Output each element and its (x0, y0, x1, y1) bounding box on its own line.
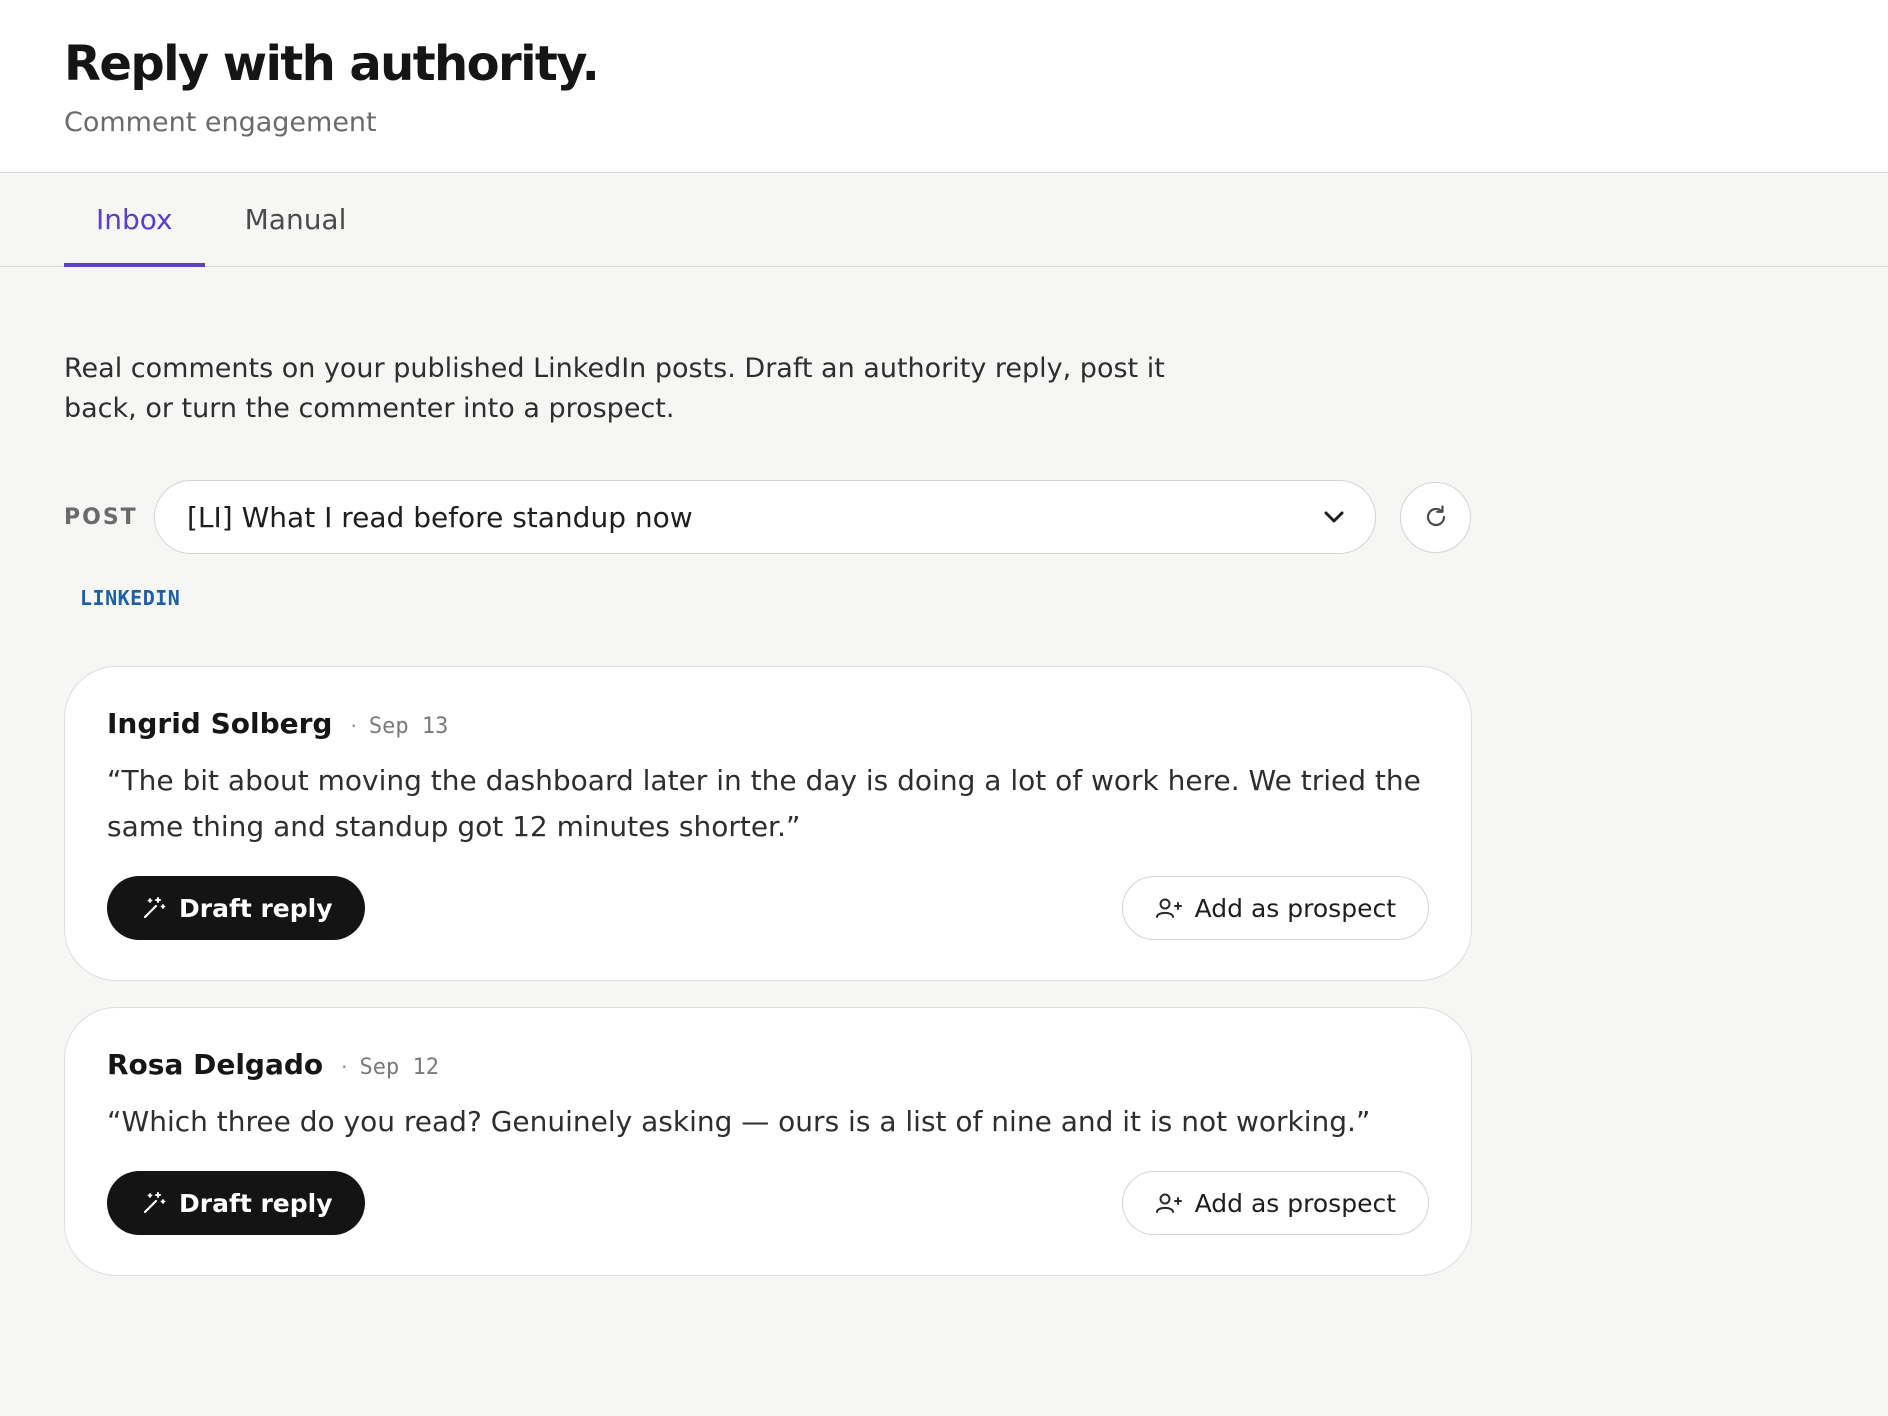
comment-actions: Draft reply Add as prospect (107, 876, 1429, 940)
draft-reply-button[interactable]: Draft reply (107, 876, 365, 940)
tab-bar: Inbox Manual (0, 173, 1888, 267)
platform-tag: LINKEDIN (80, 586, 181, 610)
post-select[interactable]: [LI] What I read before standup now (154, 480, 1376, 554)
add-prospect-button[interactable]: Add as prospect (1121, 1171, 1429, 1235)
chevron-down-icon (1323, 506, 1345, 528)
refresh-icon (1423, 504, 1449, 530)
page-subtitle: Comment engagement (64, 107, 377, 138)
page-header: Reply with authority. Comment engagement (0, 0, 1888, 173)
comment-header: Ingrid Solberg · Sep 13 (107, 707, 1429, 740)
comment-card: Ingrid Solberg · Sep 13 “The bit about m… (64, 666, 1472, 981)
page-title: Reply with authority. (64, 36, 600, 92)
comment-header: Rosa Delgado · Sep 12 (107, 1048, 1429, 1081)
post-label: POST (64, 504, 138, 530)
tab-inbox[interactable]: Inbox (64, 173, 205, 267)
add-prospect-button[interactable]: Add as prospect (1121, 876, 1429, 940)
comment-text: “The bit about moving the dashboard late… (107, 764, 1421, 843)
post-select-value: [LI] What I read before standup now (187, 500, 693, 534)
post-selector-row: POST [LI] What I read before standup now (64, 480, 1824, 554)
comment-author: Ingrid Solberg (107, 707, 333, 740)
comment-card: Rosa Delgado · Sep 12 “Which three do yo… (64, 1007, 1472, 1276)
intro-text: Real comments on your published LinkedIn… (64, 353, 1165, 424)
comment-author: Rosa Delgado (107, 1048, 324, 1081)
separator-dot: · (350, 714, 357, 738)
refresh-button[interactable] (1400, 481, 1471, 553)
main-content: Real comments on your published LinkedIn… (0, 349, 1888, 1276)
comment-actions: Draft reply Add as prospect (107, 1171, 1429, 1235)
add-prospect-label: Add as prospect (1194, 893, 1396, 923)
user-plus-icon (1155, 1191, 1183, 1215)
user-plus-icon (1155, 896, 1183, 920)
draft-reply-button[interactable]: Draft reply (107, 1171, 365, 1235)
draft-reply-label: Draft reply (179, 893, 333, 923)
comment-date: Sep 13 (368, 714, 449, 739)
magic-wand-icon (141, 895, 167, 921)
comment-date: Sep 12 (359, 1055, 439, 1080)
draft-reply-label: Draft reply (179, 1188, 333, 1218)
magic-wand-icon (141, 1190, 167, 1216)
comment-list: Ingrid Solberg · Sep 13 “The bit about m… (64, 666, 1472, 1276)
tab-manual[interactable]: Manual (213, 173, 379, 267)
comment-text: “Which three do you read? Genuinely aski… (107, 1105, 1371, 1138)
add-prospect-label: Add as prospect (1194, 1188, 1396, 1218)
separator-dot: · (341, 1055, 348, 1079)
